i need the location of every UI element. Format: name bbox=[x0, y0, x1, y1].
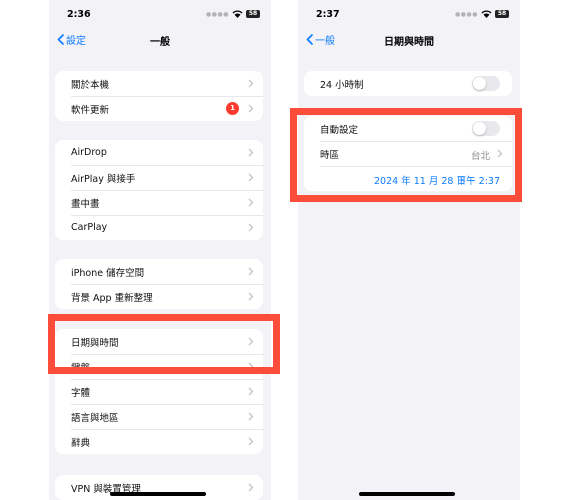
chevron-right-icon bbox=[248, 483, 254, 492]
row-label: CarPlay bbox=[71, 222, 108, 233]
chevron-right-icon bbox=[248, 79, 254, 88]
home-indicator bbox=[110, 492, 206, 496]
chevron-right-icon bbox=[248, 412, 254, 421]
toggle-knob bbox=[473, 122, 486, 135]
date-time-row[interactable]: 日期與時間 bbox=[55, 329, 263, 354]
settings-group-storage: iPhone 儲存空間 背景 App 重新整理 bbox=[55, 259, 263, 309]
status-time: 2:37 bbox=[316, 9, 340, 20]
chevron-left-icon bbox=[306, 34, 313, 45]
settings-group-sharing: AirDrop AirPlay 與接手 畫中畫 CarPlay bbox=[55, 140, 263, 240]
keyboard-row[interactable]: 鍵盤 bbox=[55, 354, 263, 379]
update-badge: 1 bbox=[226, 102, 239, 115]
chevron-right-icon bbox=[497, 149, 503, 158]
signal-icon: ●●●● bbox=[206, 10, 229, 18]
general-settings-screen: 2:36 ●●●● 58 設定 一般 關於本機 軟件更新 1 AirDrop Ai… bbox=[49, 0, 271, 500]
background-refresh-row[interactable]: 背景 App 重新整理 bbox=[55, 284, 263, 309]
about-row[interactable]: 關於本機 bbox=[55, 71, 263, 96]
airdrop-row[interactable]: AirDrop bbox=[55, 140, 263, 165]
nav-bar: 一般 日期與時間 bbox=[298, 28, 520, 50]
chevron-right-icon bbox=[248, 362, 254, 371]
time-zone-value: 台北 bbox=[470, 151, 490, 162]
chevron-right-icon bbox=[248, 267, 254, 276]
chevron-right-icon bbox=[248, 173, 254, 182]
row-label: 字體 bbox=[71, 387, 91, 399]
back-button[interactable]: 一般 bbox=[306, 32, 335, 47]
wifi-icon bbox=[232, 10, 243, 18]
row-label: 背景 App 重新整理 bbox=[71, 292, 153, 304]
row-label: 畫中畫 bbox=[71, 198, 100, 210]
row-label: AirDrop bbox=[71, 147, 107, 158]
chevron-left-icon bbox=[57, 34, 64, 45]
back-label: 一般 bbox=[315, 36, 335, 47]
home-indicator bbox=[359, 492, 455, 496]
status-bar: 2:36 ●●●● 58 bbox=[49, 0, 271, 28]
settings-group-vpn: VPN 與裝置管理 bbox=[55, 475, 263, 500]
wifi-icon bbox=[481, 10, 492, 18]
battery-icon: 58 bbox=[246, 10, 260, 18]
date-time-picker-row: 2024 年 11 月 28 日 下午 2:37 bbox=[304, 166, 512, 191]
status-time: 2:36 bbox=[67, 9, 91, 20]
airplay-row[interactable]: AirPlay 與接手 bbox=[55, 165, 263, 190]
vpn-row[interactable]: VPN 與裝置管理 bbox=[55, 475, 263, 500]
row-label: 關於本機 bbox=[71, 79, 110, 91]
chevron-right-icon bbox=[248, 387, 254, 396]
settings-group-auto: 自動設定 時區 台北 2024 年 11 月 28 日 下午 2:37 bbox=[304, 116, 512, 191]
row-label: 辭典 bbox=[71, 437, 91, 449]
row-label: 24 小時制 bbox=[320, 79, 364, 91]
toggle-knob bbox=[473, 77, 486, 90]
back-label: 設定 bbox=[66, 36, 86, 47]
chevron-right-icon bbox=[248, 198, 254, 207]
chevron-right-icon bbox=[248, 223, 254, 232]
settings-group-24h: 24 小時制 bbox=[304, 71, 512, 96]
settings-group-about: 關於本機 軟件更新 1 bbox=[55, 71, 263, 121]
chevron-right-icon bbox=[248, 104, 254, 113]
back-button[interactable]: 設定 bbox=[57, 32, 86, 47]
row-label: 語言與地區 bbox=[71, 412, 119, 424]
chevron-right-icon bbox=[248, 337, 254, 346]
auto-set-toggle[interactable] bbox=[472, 121, 500, 136]
row-label: 自動設定 bbox=[320, 124, 359, 136]
iphone-storage-row[interactable]: iPhone 儲存空間 bbox=[55, 259, 263, 284]
row-label: 鍵盤 bbox=[71, 362, 91, 374]
nav-bar: 設定 一般 bbox=[49, 28, 271, 50]
row-label: 日期與時間 bbox=[71, 337, 119, 349]
auto-set-row: 自動設定 bbox=[304, 116, 512, 141]
fonts-row[interactable]: 字體 bbox=[55, 379, 263, 404]
24-hour-toggle[interactable] bbox=[472, 76, 500, 91]
date-picker[interactable]: 2024 年 11 月 28 日 bbox=[374, 173, 466, 187]
carplay-row[interactable]: CarPlay bbox=[55, 215, 263, 240]
chevron-right-icon bbox=[248, 148, 254, 157]
chevron-right-icon bbox=[248, 292, 254, 301]
status-bar: 2:37 ●●●● 58 bbox=[298, 0, 520, 28]
24-hour-row: 24 小時制 bbox=[304, 71, 512, 96]
battery-icon: 58 bbox=[495, 10, 509, 18]
row-label: iPhone 儲存空間 bbox=[71, 267, 145, 279]
time-picker[interactable]: 下午 2:37 bbox=[457, 173, 500, 187]
row-label: AirPlay 與接手 bbox=[71, 173, 136, 185]
signal-icon: ●●●● bbox=[455, 10, 478, 18]
settings-group-locale: 日期與時間 鍵盤 字體 語言與地區 辭典 bbox=[55, 329, 263, 454]
language-region-row[interactable]: 語言與地區 bbox=[55, 404, 263, 429]
date-time-screen: 2:37 ●●●● 58 一般 日期與時間 24 小時制 自動設定 時區 台北 bbox=[298, 0, 520, 500]
row-label: 軟件更新 bbox=[71, 104, 110, 116]
chevron-right-icon bbox=[248, 437, 254, 446]
pip-row[interactable]: 畫中畫 bbox=[55, 190, 263, 215]
dictionary-row[interactable]: 辭典 bbox=[55, 429, 263, 454]
time-zone-row[interactable]: 時區 台北 bbox=[304, 141, 512, 166]
software-update-row[interactable]: 軟件更新 1 bbox=[55, 96, 263, 121]
row-label: 時區 bbox=[320, 149, 340, 161]
